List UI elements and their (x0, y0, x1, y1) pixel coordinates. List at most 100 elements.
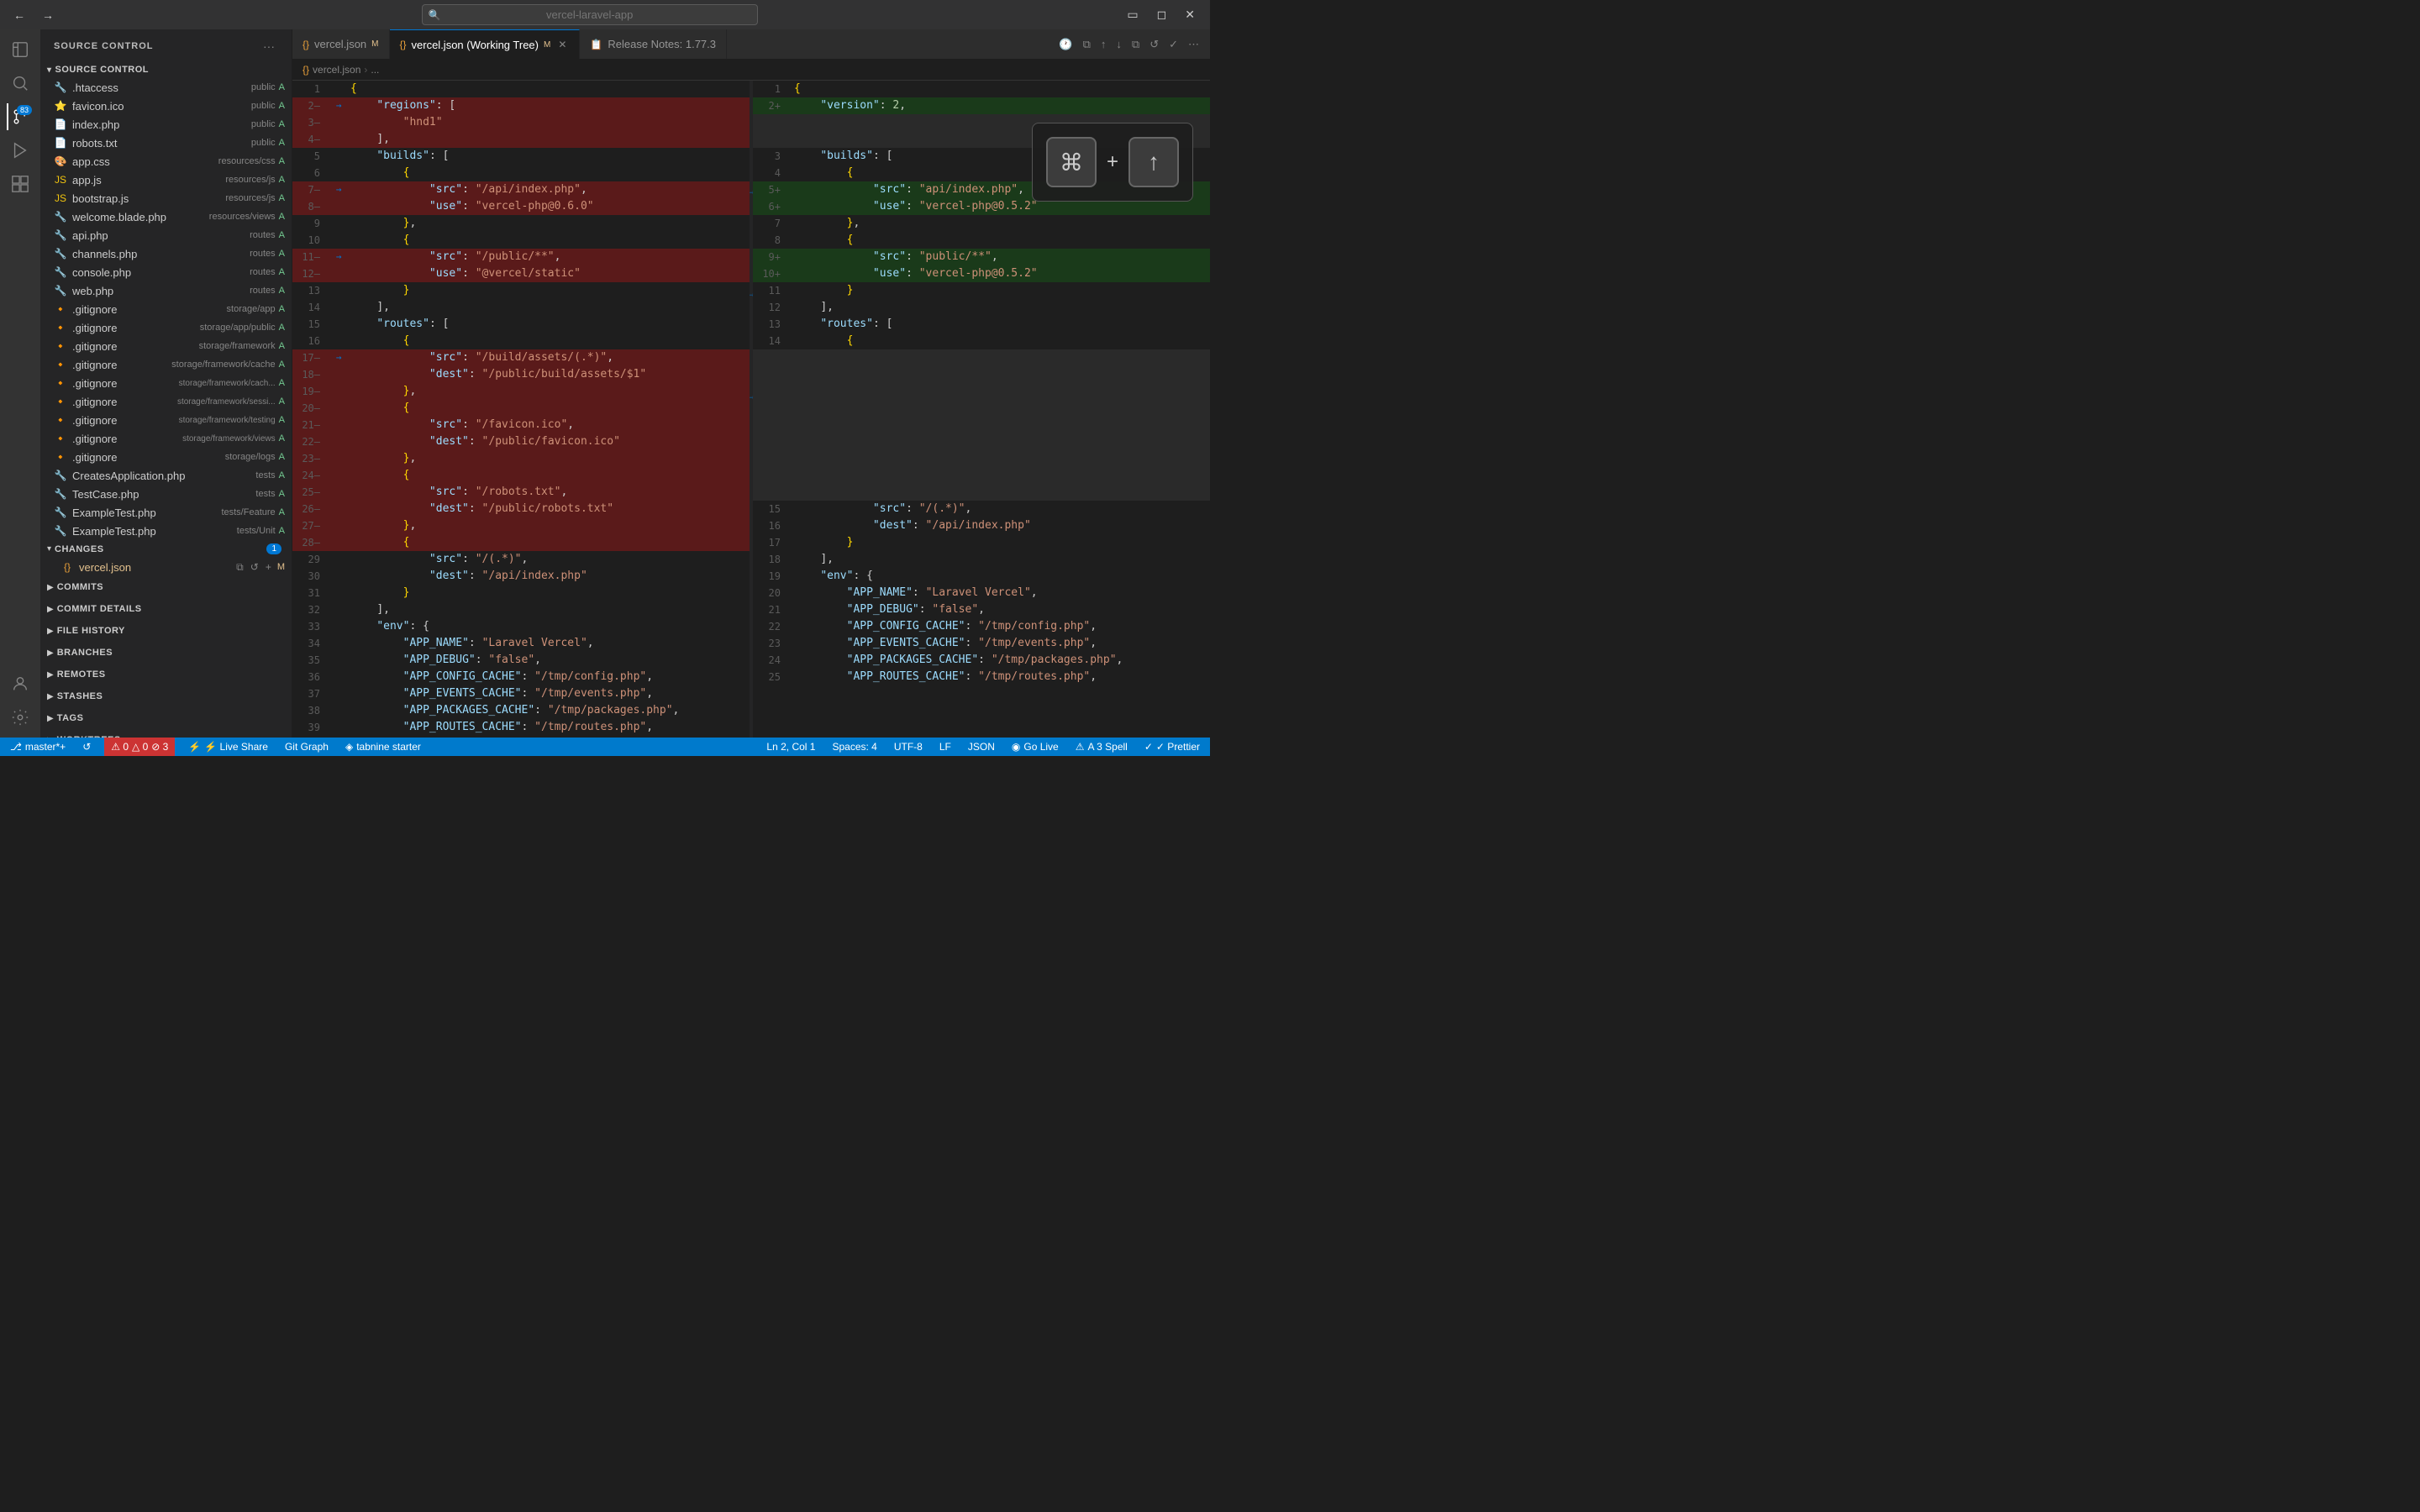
tab-verceljson-working[interactable]: {} vercel.json (Working Tree) M ✕ (390, 29, 581, 59)
activity-accounts-icon[interactable] (7, 670, 34, 697)
branches-chevron-icon: ▶ (47, 648, 54, 658)
remotes-section[interactable]: ▶ REMOTES (40, 664, 292, 685)
file-item-gitignore2[interactable]: 🔸 .gitignore storage/app/public A (40, 318, 292, 337)
code-line: 8 { (753, 232, 1210, 249)
code-line-deleted: 3– "hnd1" (292, 114, 750, 131)
file-history-section[interactable]: ▶ FILE HISTORY (40, 620, 292, 642)
close-button[interactable]: ✕ (1178, 4, 1202, 25)
status-errors[interactable]: ⚠ 0 △ 0 ⊘ 3 (104, 738, 175, 756)
sidebar-header: SOURCE CONTROL ··· (40, 29, 292, 61)
status-prettier[interactable]: ✓ ✓ Prettier (1141, 738, 1203, 756)
status-encoding[interactable]: UTF-8 (891, 738, 926, 756)
file-item-welcomeblade[interactable]: 🔧 welcome.blade.php resources/views A (40, 207, 292, 226)
status-tabnine[interactable]: ◈ tabnine starter (342, 738, 424, 756)
stashes-section[interactable]: ▶ STASHES (40, 685, 292, 707)
status-branch[interactable]: ⎇ master*+ (7, 738, 69, 756)
file-icon: 🔧 (54, 487, 67, 501)
tab-down-button[interactable]: ↓ (1112, 35, 1126, 53)
minimize-button[interactable]: ▭ (1120, 4, 1144, 25)
file-item-gitignore7[interactable]: 🔸 .gitignore storage/framework/testing A (40, 411, 292, 429)
tab-release-icon: 📋 (590, 39, 602, 50)
tab-verceljson[interactable]: {} vercel.json M (292, 29, 390, 59)
file-item-testcase[interactable]: 🔧 TestCase.php tests A (40, 485, 292, 503)
file-item-gitignore1[interactable]: 🔸 .gitignore storage/app A (40, 300, 292, 318)
changes-section-header[interactable]: ▾ Changes 1 (40, 540, 292, 558)
tab-history-button[interactable]: 🕐 (1055, 35, 1076, 54)
file-item-appjs[interactable]: JS app.js resources/js A (40, 171, 292, 189)
status-go-live[interactable]: ◉ Go Live (1008, 738, 1062, 756)
status-spell[interactable]: ⚠ A 3 Spell (1072, 738, 1131, 756)
file-item-gitignore6[interactable]: 🔸 .gitignore storage/framework/sessi... … (40, 392, 292, 411)
status-position[interactable]: Ln 2, Col 1 (763, 738, 818, 756)
file-item-indexphp[interactable]: 📄 index.php public A (40, 115, 292, 134)
status-sync[interactable]: ↺ (79, 738, 94, 756)
code-area-left[interactable]: 1 { 2– → "regions": [ 3– (292, 81, 750, 738)
spell-label: A 3 Spell (1087, 741, 1127, 753)
file-item-gitignore4[interactable]: 🔸 .gitignore storage/framework/cache A (40, 355, 292, 374)
file-item-appcss[interactable]: 🎨 app.css resources/css A (40, 152, 292, 171)
commit-details-section[interactable]: ▶ COMMIT DETAILS (40, 598, 292, 620)
changed-file-verceljson[interactable]: {} vercel.json ⧉ ↺ + M (40, 558, 292, 576)
file-item-bootstrapjs[interactable]: JS bootstrap.js resources/js A (40, 189, 292, 207)
spaces-text: Spaces: 4 (832, 741, 876, 753)
diff-pane-left: 1 { 2– → "regions": [ 3– (292, 81, 750, 738)
branches-section[interactable]: ▶ BRANCHES (40, 642, 292, 664)
spacer-line (753, 484, 1210, 501)
file-item-exampletest-unit[interactable]: 🔧 ExampleTest.php tests/Unit A (40, 522, 292, 540)
file-item-apiphp[interactable]: 🔧 api.php routes A (40, 226, 292, 244)
file-item-favicon[interactable]: ⭐ favicon.ico public A (40, 97, 292, 115)
back-button[interactable]: ← (8, 5, 30, 25)
sidebar-header-actions: ··· (260, 38, 278, 55)
file-item-htaccess[interactable]: 🔧 .htaccess public A (40, 78, 292, 97)
tab-revert-button[interactable]: ↺ (1145, 35, 1163, 54)
commits-section[interactable]: ▶ COMMITS (40, 576, 292, 598)
status-git-graph[interactable]: Git Graph (281, 738, 332, 756)
sc-section-header[interactable]: ▾ SOURCE CONTROL (40, 61, 292, 78)
file-item-createsapp[interactable]: 🔧 CreatesApplication.php tests A (40, 466, 292, 485)
worktrees-section[interactable]: ▶ WORKTREES (40, 729, 292, 738)
activity-source-control-icon[interactable]: 83 (7, 103, 34, 130)
tab-close-button[interactable]: ✕ (555, 38, 569, 51)
status-live-share[interactable]: ⚡ ⚡ Live Share (185, 738, 271, 756)
file-item-robotstxt[interactable]: 📄 robots.txt public A (40, 134, 292, 152)
activity-explorer-icon[interactable] (7, 36, 34, 63)
code-line-deleted: 25– "src": "/robots.txt", (292, 484, 750, 501)
tab-up-button[interactable]: ↑ (1097, 35, 1111, 53)
file-item-gitignore3[interactable]: 🔸 .gitignore storage/framework A (40, 337, 292, 355)
activity-extensions-icon[interactable] (7, 171, 34, 197)
titlebar-search: 🔍 (422, 4, 758, 25)
file-item-consolephp[interactable]: 🔧 console.php routes A (40, 263, 292, 281)
activity-run-icon[interactable] (7, 137, 34, 164)
breadcrumb-filename: vercel.json (313, 64, 360, 76)
file-history-chevron-icon: ▶ (47, 627, 54, 636)
status-spaces[interactable]: Spaces: 4 (829, 738, 880, 756)
file-item-gitignore5[interactable]: 🔸 .gitignore storage/framework/cach... A (40, 374, 292, 392)
tab-more-button[interactable]: ⋯ (1184, 35, 1203, 54)
status-language[interactable]: JSON (965, 738, 998, 756)
sidebar-more-actions-button[interactable]: ··· (260, 38, 278, 55)
forward-button[interactable]: → (37, 5, 59, 25)
copy-file-button[interactable]: ⧉ (234, 560, 246, 575)
code-line: 1 { (292, 81, 750, 97)
file-item-exampletest-feature[interactable]: 🔧 ExampleTest.php tests/Feature A (40, 503, 292, 522)
spacer-line (753, 366, 1210, 383)
file-item-webphp[interactable]: 🔧 web.php routes A (40, 281, 292, 300)
tab-split-button[interactable]: ⧉ (1079, 35, 1095, 54)
titlebar-search-input[interactable] (422, 4, 758, 25)
tab-release-notes[interactable]: 📋 Release Notes: 1.77.3 (580, 29, 727, 59)
file-item-gitignore8[interactable]: 🔸 .gitignore storage/framework/views A (40, 429, 292, 448)
tab-accept-button[interactable]: ✓ (1165, 35, 1182, 54)
tags-section[interactable]: ▶ TAGS (40, 707, 292, 729)
file-item-gitignore9[interactable]: 🔸 .gitignore storage/logs A (40, 448, 292, 466)
spacer-line (753, 383, 1210, 400)
stage-file-button[interactable]: + (263, 560, 274, 575)
file-item-channelsphp[interactable]: 🔧 channels.php routes A (40, 244, 292, 263)
discard-file-button[interactable]: ↺ (248, 560, 261, 575)
tab-copy-button[interactable]: ⧉ (1128, 35, 1144, 54)
activity-settings-icon[interactable] (7, 704, 34, 731)
keyboard-shortcut-overlay: ⌘ + ↑ (1032, 123, 1193, 202)
status-eol[interactable]: LF (936, 738, 955, 756)
file-icon: 🎨 (54, 155, 67, 168)
activity-search-icon[interactable] (7, 70, 34, 97)
maximize-button[interactable]: ◻ (1150, 4, 1174, 25)
